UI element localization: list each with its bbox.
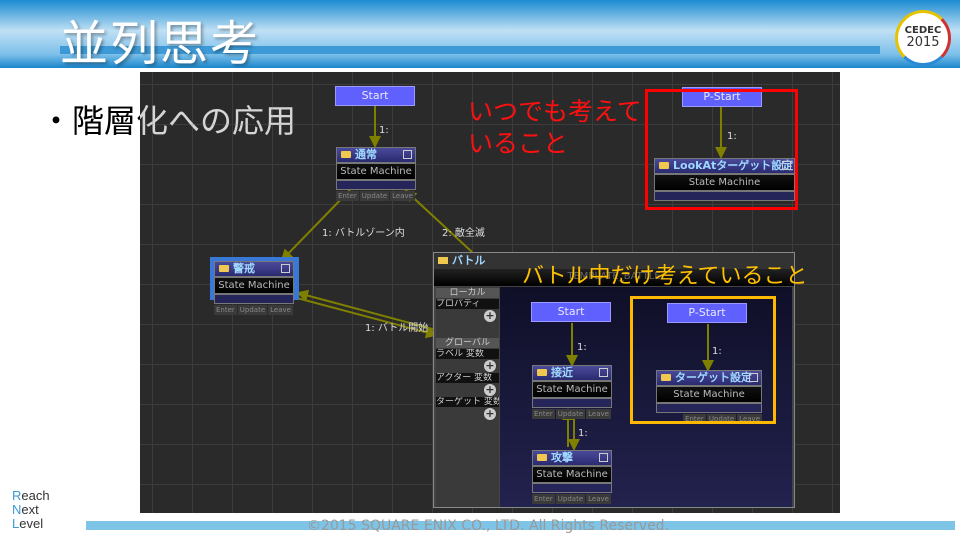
- folder-icon: [341, 151, 351, 158]
- folder-icon: [537, 454, 547, 461]
- node-alert[interactable]: 警戒 State Machine Enter Update Leave: [214, 261, 294, 315]
- enter-button[interactable]: Enter: [532, 494, 555, 504]
- enter-button[interactable]: Enter: [532, 409, 555, 419]
- maximize-icon[interactable]: [403, 150, 412, 159]
- transition-label-clear: 2: 敵全滅: [442, 228, 485, 239]
- folder-icon: [219, 265, 229, 272]
- bullet-text: ・階層化への応用: [40, 102, 297, 140]
- transition-label: 1:: [379, 125, 389, 136]
- leave-button[interactable]: Leave: [268, 305, 293, 315]
- add-property-button[interactable]: +: [484, 310, 496, 322]
- leave-button[interactable]: Leave: [586, 409, 611, 419]
- red-highlight-box: [645, 89, 798, 210]
- add-label-var-button[interactable]: +: [484, 360, 496, 372]
- update-button[interactable]: Update: [237, 305, 268, 315]
- add-target-var-button[interactable]: +: [484, 408, 496, 420]
- maximize-icon[interactable]: [281, 264, 290, 273]
- update-button[interactable]: Update: [359, 191, 390, 201]
- add-actor-var-button[interactable]: +: [484, 384, 496, 396]
- update-button[interactable]: Update: [555, 409, 586, 419]
- enter-button[interactable]: Enter: [336, 191, 359, 201]
- red-annotation: いつでも考えて いること: [468, 97, 642, 158]
- node-approach[interactable]: 接近 State Machine Enter Update Leave: [532, 365, 612, 419]
- folder-icon: [537, 369, 547, 376]
- maximize-icon[interactable]: [599, 368, 608, 377]
- folder-icon: [438, 257, 448, 264]
- update-button[interactable]: Update: [555, 494, 586, 504]
- node-attack[interactable]: 攻撃 State Machine Enter Update Leave: [532, 450, 612, 504]
- inner-start-node[interactable]: Start: [531, 302, 611, 322]
- transition-label-begin: 1: バトル開始: [365, 323, 429, 334]
- enter-button[interactable]: Enter: [214, 305, 237, 315]
- maximize-icon[interactable]: [599, 453, 608, 462]
- transition-label: 1:: [578, 428, 588, 439]
- leave-button[interactable]: Leave: [586, 494, 611, 504]
- node-normal[interactable]: 通常 State Machine Enter Update Leave: [336, 147, 416, 201]
- orange-annotation: バトル中だけ考えていること: [522, 264, 808, 289]
- panel-title: バトル: [452, 254, 486, 267]
- start-node[interactable]: Start: [335, 86, 415, 106]
- leave-button[interactable]: Leave: [390, 191, 415, 201]
- transition-label: 1:: [577, 342, 587, 353]
- transition-label-zone: 1: バトルゾーン内: [322, 228, 405, 239]
- orange-highlight-box: [630, 296, 776, 424]
- variables-sidebar: ローカル プロパティ + グローバル ラベル 変数 + アクター 変数 + ターゲット 変…: [436, 287, 499, 507]
